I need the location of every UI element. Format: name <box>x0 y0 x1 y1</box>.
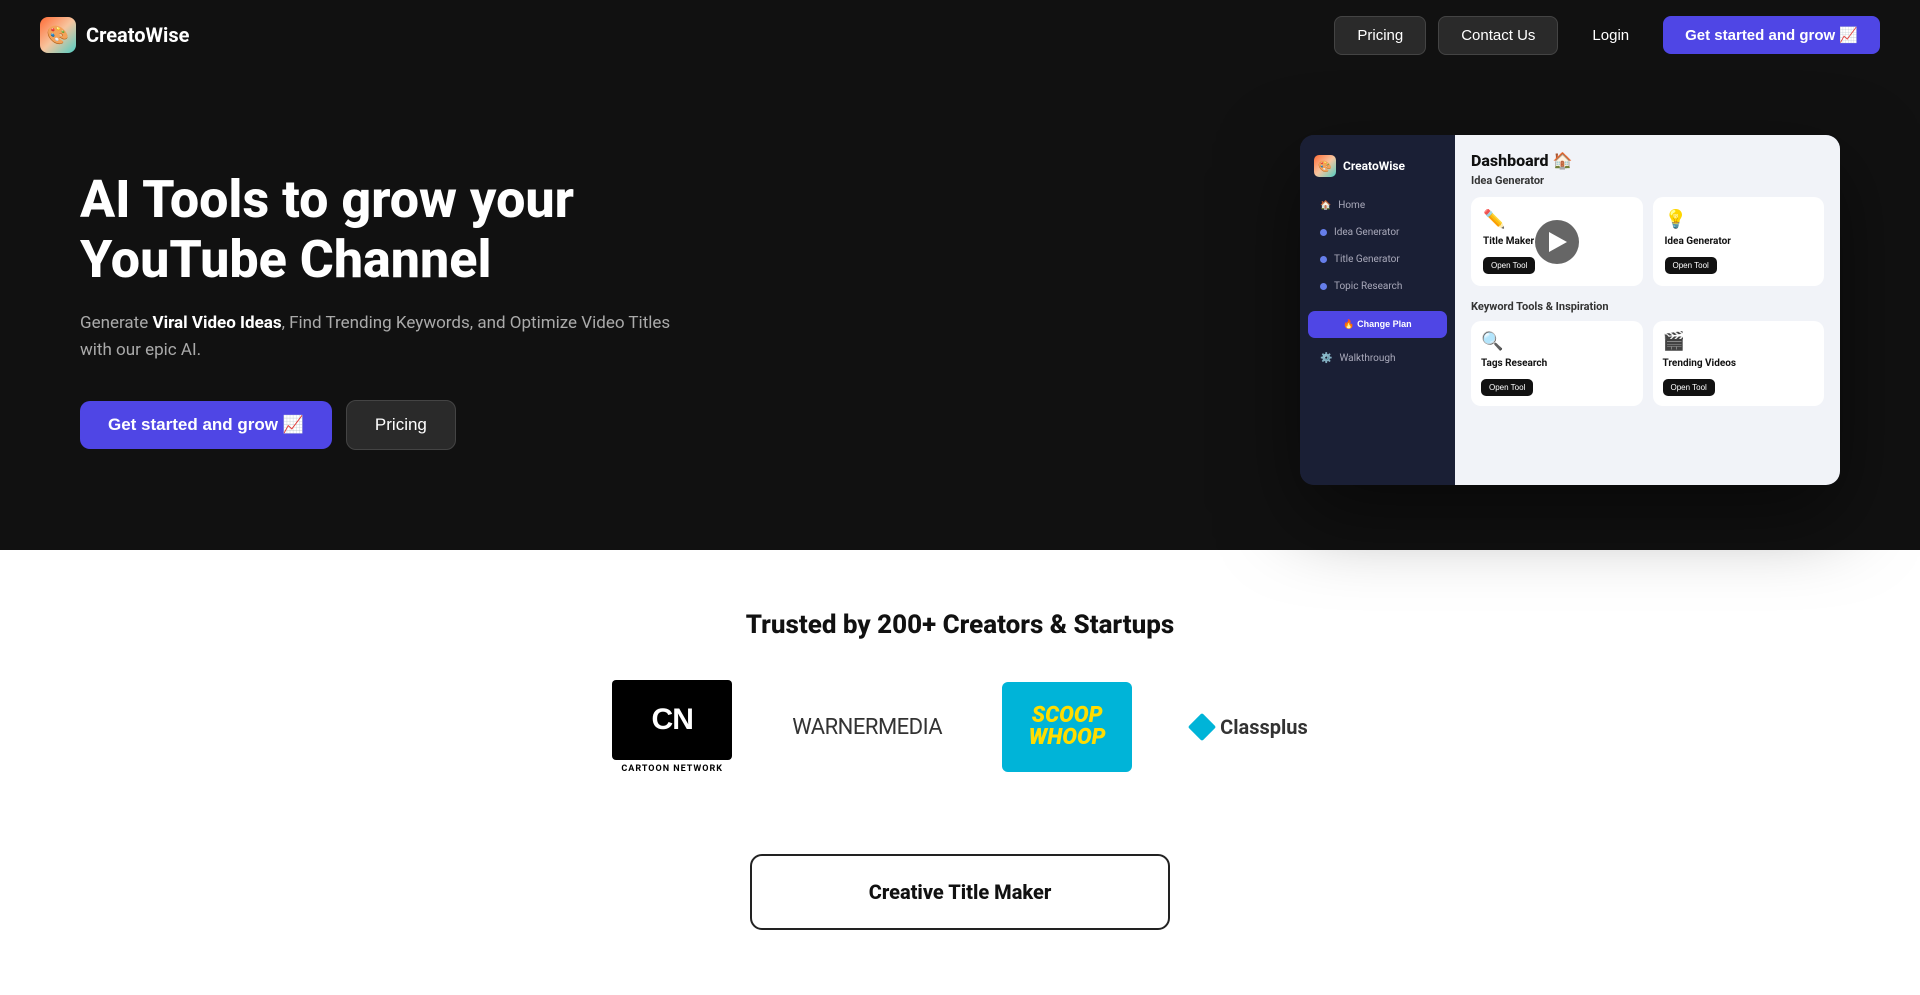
creative-title-label: Creative Title Maker <box>869 880 1052 904</box>
warner-text: WARNER <box>792 715 878 740</box>
nav-cta-button[interactable]: Get started and grow 📈 <box>1663 16 1880 54</box>
hero-title: AI Tools to grow your YouTube Channel <box>80 170 680 290</box>
hero-subtitle: Generate Viral Video Ideas, Find Trendin… <box>80 310 680 364</box>
hero-dashboard-preview: 🎨 CreatoWise 🏠 Home Idea Generator Title… <box>760 135 1840 485</box>
dashboard-card-trending-videos: 🎬 Trending Videos Open Tool <box>1653 321 1825 406</box>
tags-research-open-button[interactable]: Open Tool <box>1481 379 1533 396</box>
dashboard-title: Dashboard 🏠 <box>1471 151 1824 170</box>
dashboard-nav-topic-label: Topic Research <box>1334 281 1402 292</box>
dashboard-logo-icon: 🎨 <box>1314 155 1336 177</box>
play-triangle-icon <box>1549 232 1567 252</box>
dashboard-card-idea-generator: 💡 Idea Generator Open Tool <box>1653 197 1825 286</box>
title-maker-open-button[interactable]: Open Tool <box>1483 257 1535 274</box>
pricing-nav-button[interactable]: Pricing <box>1334 16 1426 55</box>
logo-icon: 🎨 <box>40 17 76 53</box>
login-nav-button[interactable]: Login <box>1570 17 1651 54</box>
hero-pricing-button[interactable]: Pricing <box>346 400 456 450</box>
hero-actions: Get started and grow 📈 Pricing <box>80 400 680 450</box>
tags-research-label: Tags Research <box>1481 358 1633 369</box>
dashboard-nav-title[interactable]: Title Generator <box>1306 247 1449 272</box>
dashboard-kw-section: Keyword Tools & Inspiration 🔍 Tags Resea… <box>1471 300 1824 406</box>
dashboard-section1-title: Idea Generator <box>1471 174 1824 187</box>
dashboard-main: Dashboard 🏠 Idea Generator ✏️ Title Make… <box>1455 135 1840 485</box>
dashboard-section2-title: Keyword Tools & Inspiration <box>1471 300 1824 313</box>
dashboard-nav-home-label: Home <box>1338 200 1365 211</box>
classplus-diamond-icon <box>1188 713 1216 741</box>
trusted-section: Trusted by 200+ Creators & Startups CN C… <box>0 550 1920 834</box>
classplus-text: Classplus <box>1220 715 1308 739</box>
dashboard-logo: 🎨 CreatoWise <box>1300 149 1455 191</box>
dashboard-nav-topic[interactable]: Topic Research <box>1306 274 1449 299</box>
dashboard-nav-walkthrough[interactable]: ⚙️ Walkthrough <box>1306 346 1449 371</box>
idea-generator-open-button[interactable]: Open Tool <box>1665 257 1717 274</box>
dashboard-card-title-maker: ✏️ Title Maker Open Tool <box>1471 197 1643 286</box>
trending-videos-label: Trending Videos <box>1663 358 1815 369</box>
dot-icon <box>1320 229 1327 236</box>
navbar: 🎨 CreatoWise Pricing Contact Us Login Ge… <box>0 0 1920 70</box>
home-icon: 🏠 <box>1320 201 1331 211</box>
dashboard-nav-idea-label: Idea Generator <box>1334 227 1399 238</box>
cn-subtitle: CARTOON NETWORK <box>621 764 723 774</box>
cn-letters: CN <box>652 703 693 737</box>
play-overlay[interactable] <box>1535 220 1579 264</box>
walkthrough-icon: ⚙️ <box>1320 353 1332 364</box>
cartoon-network-logo: CN CARTOON NETWORK <box>612 680 732 774</box>
trending-videos-open-button[interactable]: Open Tool <box>1663 379 1715 396</box>
hero-section: AI Tools to grow your YouTube Channel Ge… <box>0 70 1920 550</box>
brand-name: CreatoWise <box>86 23 189 47</box>
dashboard-cards-row2: 🔍 Tags Research Open Tool 🎬 Trending Vid… <box>1471 321 1824 406</box>
tags-research-icon: 🔍 <box>1481 331 1633 352</box>
dashboard-cards-row1: ✏️ Title Maker Open Tool 💡 Idea Generato… <box>1471 197 1824 286</box>
brand-logo[interactable]: 🎨 CreatoWise <box>40 17 189 53</box>
dot-icon <box>1320 256 1327 263</box>
dot-icon <box>1320 283 1327 290</box>
trusted-logos: CN CARTOON NETWORK WARNERMEDIA SCOOP WHO… <box>40 680 1880 774</box>
cn-box: CN <box>612 680 732 760</box>
idea-generator-label: Idea Generator <box>1665 236 1813 247</box>
dashboard-nav-title-label: Title Generator <box>1334 254 1400 265</box>
dashboard-nav-idea[interactable]: Idea Generator <box>1306 220 1449 245</box>
scoopwhoop-logo: SCOOP WHOOP <box>1002 682 1132 772</box>
hero-cta-button[interactable]: Get started and grow 📈 <box>80 401 332 449</box>
warnermedia-logo: WARNERMEDIA <box>792 715 942 740</box>
whoop-text: WHOOP <box>1029 727 1106 749</box>
classplus-logo: Classplus <box>1192 715 1308 739</box>
media-text: MEDIA <box>878 715 942 740</box>
idea-generator-icon: 💡 <box>1665 209 1813 230</box>
hero-content: AI Tools to grow your YouTube Channel Ge… <box>80 170 680 450</box>
creative-title-box: Creative Title Maker <box>750 854 1170 930</box>
dashboard-mockup: 🎨 CreatoWise 🏠 Home Idea Generator Title… <box>1300 135 1840 485</box>
nav-links: Pricing Contact Us Login Get started and… <box>1334 16 1880 55</box>
dashboard-brand-name: CreatoWise <box>1343 159 1405 173</box>
bottom-section: Creative Title Maker <box>0 834 1920 970</box>
dashboard-nav-home[interactable]: 🏠 Home <box>1306 193 1449 218</box>
dashboard-card-tags-research: 🔍 Tags Research Open Tool <box>1471 321 1643 406</box>
scoop-text: SCOOP <box>1032 705 1103 727</box>
trusted-title: Trusted by 200+ Creators & Startups <box>40 610 1880 640</box>
dashboard-sidebar: 🎨 CreatoWise 🏠 Home Idea Generator Title… <box>1300 135 1455 485</box>
walkthrough-label: Walkthrough <box>1339 353 1395 364</box>
trending-videos-icon: 🎬 <box>1663 331 1815 352</box>
change-plan-button[interactable]: 🔥 Change Plan <box>1308 311 1447 338</box>
contact-nav-button[interactable]: Contact Us <box>1438 16 1558 55</box>
